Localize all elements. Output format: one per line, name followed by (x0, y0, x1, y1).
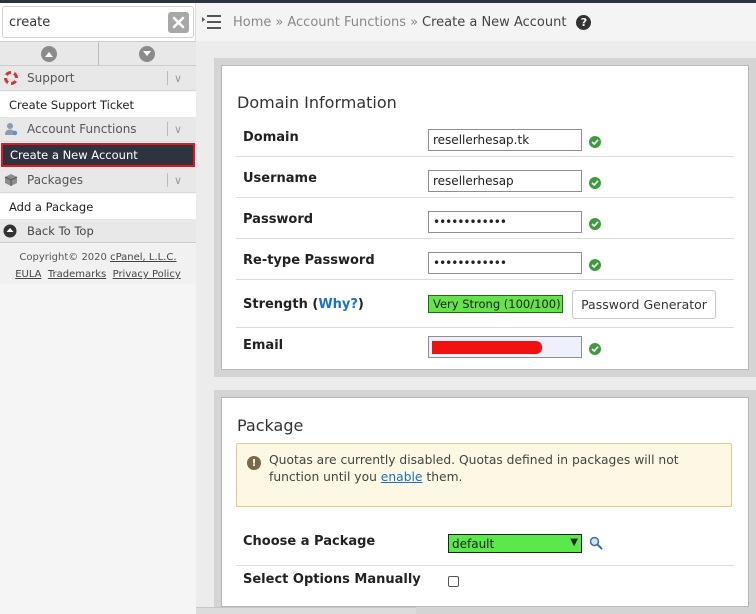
check-circle-icon (589, 343, 601, 355)
exclamation-icon: ! (247, 456, 261, 470)
sidebar-search (0, 3, 196, 41)
redacted-value (432, 341, 542, 354)
choose-package-row: Choose a Package default ▼ (236, 526, 734, 566)
quota-notice: ! Quotas are currently disabled. Quotas … (236, 443, 732, 507)
collapse-expand-row (0, 41, 196, 66)
enable-quotas-link[interactable]: enable (381, 470, 423, 484)
breadcrumb-home[interactable]: Home (233, 15, 271, 30)
page-header: Home » Account Functions » Create a New … (196, 3, 756, 41)
sidebar-item-create-new-account[interactable]: Create a New Account (1, 143, 195, 167)
search-input[interactable] (2, 6, 194, 38)
username-label: Username (243, 171, 317, 186)
breadcrumb: Home » Account Functions » Create a New … (233, 14, 592, 30)
chevron-down-icon: ∨ (174, 71, 183, 85)
breadcrumb-separator: » (410, 14, 419, 30)
sidebar-item-create-support-ticket[interactable]: Create Support Ticket (0, 92, 196, 118)
privacy-policy-link[interactable]: Privacy Policy (113, 269, 181, 280)
choose-package-label: Choose a Package (243, 534, 376, 549)
sidebar-item-label: Create Support Ticket (9, 97, 135, 112)
chevron-down-icon (139, 45, 156, 62)
select-options-row: Select Options Manually (236, 566, 734, 600)
trademarks-link[interactable]: Trademarks (48, 269, 106, 280)
collapse-all-button[interactable] (0, 42, 98, 65)
password-input[interactable] (428, 211, 582, 233)
chevron-down-icon: ∨ (174, 122, 183, 136)
package-select[interactable]: default ▼ (448, 534, 582, 553)
password-generator-button[interactable]: Password Generator (572, 290, 716, 319)
domain-information-section: Domain Information Domain Username Passw… (214, 58, 756, 377)
retype-password-row: Re-type Password (236, 239, 734, 280)
breadcrumb-account-functions[interactable]: Account Functions (287, 15, 406, 30)
sidebar-item-add-package[interactable]: Add a Package (0, 194, 196, 220)
package-section: Package ! Quotas are currently disabled.… (214, 390, 756, 614)
clear-search-button[interactable] (168, 12, 189, 33)
close-icon (172, 16, 185, 29)
menu-toggle-button[interactable] (201, 14, 221, 30)
email-label: Email (243, 338, 284, 353)
section-title: Package (237, 416, 304, 435)
sidebar-group-support[interactable]: Support ∨ (0, 66, 196, 91)
sidebar-footer: Copyright© 2020 cPanel, L.L.C. EULA Trad… (0, 244, 196, 284)
sidebar-group-label: Packages (27, 173, 83, 187)
retype-password-label: Re-type Password (243, 253, 375, 268)
package-select-value: default (452, 536, 495, 551)
user-icon (4, 122, 18, 136)
help-icon[interactable]: ? (576, 14, 592, 30)
sidebar-group-packages[interactable]: Packages ∨ (0, 168, 196, 193)
back-to-top-button[interactable]: Back To Top (0, 219, 196, 243)
check-circle-icon (589, 136, 601, 148)
domain-row: Domain (236, 116, 734, 157)
section-title: Domain Information (237, 93, 397, 112)
sidebar-item-label: Add a Package (9, 199, 94, 214)
password-label: Password (243, 212, 314, 227)
package-icon (4, 173, 18, 187)
select-options-checkbox[interactable] (448, 576, 459, 587)
chevron-up-icon (40, 45, 57, 62)
email-row: Email (236, 328, 734, 368)
hamburger-icon (202, 15, 221, 29)
eula-link[interactable]: EULA (15, 269, 41, 280)
strength-row: Strength (Why?) Very Strong (100/100) Pa… (236, 280, 734, 328)
retype-password-input[interactable] (428, 252, 582, 274)
company-link[interactable]: cPanel, L.L.C. (110, 252, 177, 263)
domain-input[interactable] (428, 129, 582, 151)
domain-label: Domain (243, 130, 299, 145)
sidebar-group-account-functions[interactable]: Account Functions ∨ (0, 117, 196, 142)
username-row: Username (236, 157, 734, 198)
search-icon[interactable] (589, 536, 603, 550)
email-input[interactable] (428, 336, 582, 358)
check-circle-icon (589, 177, 601, 189)
check-circle-icon (589, 259, 601, 271)
copyright-text: Copyright© 2020 (19, 252, 111, 263)
password-strength-meter: Very Strong (100/100) (428, 295, 563, 313)
username-input[interactable] (428, 170, 582, 192)
select-options-label: Select Options Manually (243, 572, 421, 587)
strength-label: Strength (Why?) (243, 297, 364, 312)
password-row: Password (236, 198, 734, 239)
breadcrumb-current: Create a New Account (422, 14, 567, 30)
sidebar-group-label: Account Functions (27, 122, 137, 136)
bottom-scroll-edge (196, 607, 416, 614)
sidebar-group-label: Support (27, 71, 75, 85)
chevron-down-icon: ▼ (570, 537, 578, 548)
arrow-up-circle-icon (3, 224, 17, 238)
expand-all-button[interactable] (97, 42, 197, 65)
lifebuoy-icon (4, 71, 18, 85)
chevron-down-icon: ∨ (174, 173, 183, 187)
check-circle-icon (589, 218, 601, 230)
breadcrumb-separator: » (275, 14, 284, 30)
sidebar-item-label: Create a New Account (10, 148, 138, 162)
why-link[interactable]: Why? (318, 297, 358, 312)
back-to-top-label: Back To Top (27, 223, 94, 238)
